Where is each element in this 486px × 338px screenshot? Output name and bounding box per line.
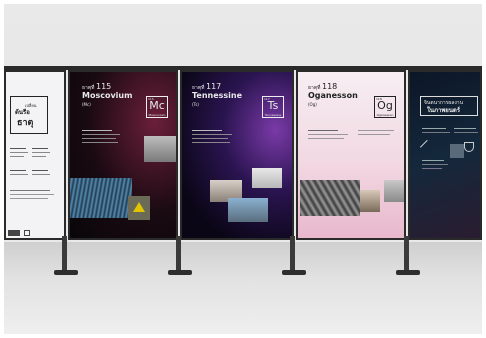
element-symbol-number: 115 <box>148 97 154 101</box>
stand-foot <box>54 270 78 275</box>
element-symbol-label: Moscovium <box>148 113 166 117</box>
body-text <box>192 134 232 135</box>
element-number: 117 <box>206 82 222 91</box>
body-text <box>422 164 448 165</box>
panel-intro: เปลี่ยน ต้นรือ ธาตุ <box>4 70 66 240</box>
intro-heading-line3: ธาตุ <box>17 118 34 128</box>
panel-oganesson: ธาตุที่ 118 Oganesson (Og) 118 Og Oganes… <box>296 70 406 240</box>
intro-heading-box: เปลี่ยน ต้นรือ ธาตุ <box>10 96 48 134</box>
element-symbol-number: 118 <box>376 97 382 101</box>
closing-heading-box: จินตนาการผลงาน ในภาพยนตร์ <box>420 96 478 116</box>
body-text <box>82 130 112 131</box>
intro-heading-line1: เปลี่ยน <box>25 103 37 108</box>
element-number: 115 <box>96 82 112 91</box>
building-photo <box>228 198 268 222</box>
element-name: Oganesson <box>308 91 358 100</box>
intro-text-block <box>10 174 28 175</box>
element-symbol-paren: (Ts) <box>192 102 199 107</box>
body-text <box>192 142 230 143</box>
lab-photo <box>252 168 282 188</box>
body-text <box>358 130 394 131</box>
body-text <box>308 130 338 131</box>
portrait-photo <box>360 190 380 212</box>
intro-text-block <box>10 152 28 153</box>
intro-text-block <box>10 194 54 195</box>
intro-text-block <box>10 148 26 149</box>
stand-leg <box>62 236 67 272</box>
body-text <box>308 138 344 139</box>
body-text <box>422 168 442 169</box>
intro-text-block <box>32 152 50 153</box>
panel-closing: จินตนาการผลงาน ในภาพยนตร์ <box>408 70 482 240</box>
stand-foot <box>168 270 192 275</box>
body-text <box>192 130 222 131</box>
body-text <box>454 128 476 129</box>
closing-heading-line1: จินตนาการผลงาน <box>424 100 464 106</box>
body-text <box>308 134 348 135</box>
body-text <box>422 128 446 129</box>
element-symbol-box: 117 Ts Tennessine <box>262 96 284 118</box>
panel-tennessine: ธาตุที่ 117 Tennessine (Ts) 117 Ts Tenne… <box>180 70 294 240</box>
closing-heading-line2: ในภาพยนตร์ <box>427 107 461 114</box>
body-text <box>454 132 478 133</box>
shield-icon <box>464 142 474 152</box>
body-text <box>82 138 116 139</box>
intro-thumbnail <box>24 230 30 236</box>
element-symbol-label: Oganesson <box>376 113 394 117</box>
intro-thumbnail <box>8 230 20 236</box>
element-symbol-paren: (Mc) <box>82 102 91 107</box>
map-photo <box>144 136 176 162</box>
detector-photo <box>300 180 360 216</box>
element-symbol-label: Tennessine <box>264 113 282 117</box>
intro-text-block <box>10 198 48 199</box>
sword-icon <box>419 139 435 155</box>
intro-text-block <box>32 156 46 157</box>
intro-text-block <box>10 190 50 191</box>
element-symbol-number: 117 <box>264 97 270 101</box>
element-name: Moscovium <box>82 91 133 100</box>
body-text <box>422 132 450 133</box>
body-text <box>82 142 118 143</box>
element-symbol-box: 118 Og Oganesson <box>374 96 396 118</box>
hazard-sign-photo <box>128 196 150 220</box>
element-symbol-box: 115 Mc Moscovium <box>146 96 168 118</box>
body-text <box>358 134 390 135</box>
intro-text-block <box>32 148 48 149</box>
element-name: Tennessine <box>192 91 243 100</box>
stand-leg <box>404 236 409 272</box>
stand-leg <box>290 236 295 272</box>
intro-heading-line2: ต้นรือ <box>15 109 30 116</box>
stand-foot <box>282 270 306 275</box>
film-still-photo <box>450 144 464 158</box>
element-number: 118 <box>322 82 338 91</box>
light-rays-photo <box>70 178 132 218</box>
panel-moscovium: ธาตุที่ 115 Moscovium (Mc) 115 Mc Moscov… <box>68 70 178 240</box>
element-symbol-paren: (Og) <box>308 102 317 107</box>
body-text <box>422 160 444 161</box>
intro-text-block <box>10 156 24 157</box>
intro-text-block <box>32 174 50 175</box>
intro-text-block <box>32 170 48 171</box>
stand-foot <box>396 270 420 275</box>
hazard-icon <box>133 202 145 212</box>
body-text <box>82 134 120 135</box>
museum-photo <box>384 180 404 202</box>
stand-leg <box>176 236 181 272</box>
gallery-floor <box>4 242 482 334</box>
intro-text-block <box>10 170 26 171</box>
exhibition-scene: เปลี่ยน ต้นรือ ธาตุ ธาตุที่ 115 Moscoviu… <box>4 4 482 334</box>
body-text <box>192 138 228 139</box>
